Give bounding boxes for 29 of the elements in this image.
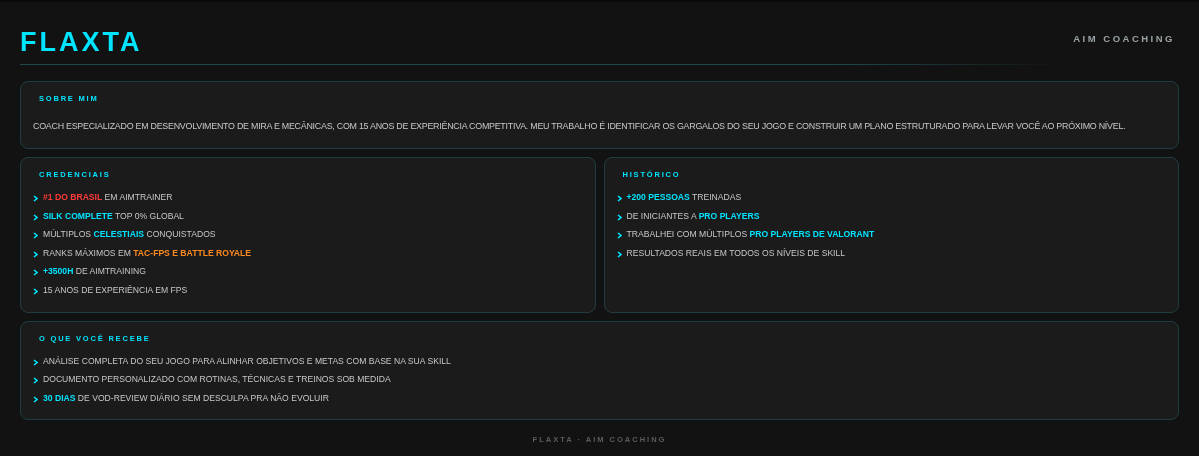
chevron-icon (616, 195, 622, 203)
about-text: COACH ESPECIALIZADO EM DESENVOLVIMENTO DE MIRA E MECÂNICAS, COM 15 ANOS DE EXPERIÊNCIA COMPETITIVA. MEU TRABALHO É IDENTIFICAR OS GARGALOS DO SEU JOGO E CONSTRUIR UM PLANO ESTRUTURADO PARA LEVAR VOCÊ AO PRÓXIMO NÍVEL. (33, 120, 1126, 134)
chevron-icon (33, 195, 38, 203)
list-item-text: DE INICIANTES A PRO PLAYERS (626, 209, 760, 223)
list-item-text: TRABALHEI COM MÚLTIPLOS PRO PLAYERS DE VALORANT (626, 228, 875, 242)
tagline: AIM COACHING (1073, 31, 1175, 46)
list-item-text: SILK COMPLETE TOP 0% GLOBAL (43, 209, 184, 223)
list-item-text: +200 PESSOAS TREINADAS (626, 191, 742, 205)
list-item-text: +3500H DE AIMTRAINING (43, 265, 146, 279)
chevron-icon (33, 232, 38, 240)
chevron-icon (33, 377, 38, 384)
chevron-icon (33, 213, 38, 221)
logo: FLAXTA (20, 29, 143, 56)
list-item-text: DOCUMENTO PERSONALIZADO COM ROTINAS, TÉCNICAS E TREINOS SOB MEDIDA (43, 373, 391, 386)
list-item-text: RESULTADOS REAIS EM TODOS OS NÍVEIS DE SKILL (626, 246, 846, 260)
list-item-text: 15 ANOS DE EXPERIÊNCIA EM FPS (43, 283, 188, 297)
list-item-text: MÚLTIPLOS CELESTIAIS CONQUISTADOS (43, 228, 216, 242)
chevron-icon (33, 358, 38, 366)
list-item-text: #1 DO BRASIL EM AIMTRAINER (43, 191, 173, 205)
chevron-icon (616, 250, 622, 258)
list-item-text: ANÁLISE COMPLETA DO SEU JOGO PARA ALINHAR OBJETIVOS E METAS COM BASE NA SUA SKILL (43, 354, 451, 368)
chevron-icon (33, 269, 38, 277)
list-item-text: RANKS MÁXIMOS EM TAC-FPS E BATTLE ROYALE (43, 246, 252, 260)
list-item-text: 30 DIAS DE VOD-REVIEW DIÁRIO SEM DESCULPA PRA NÃO EVOLUIR (43, 391, 329, 405)
chevron-icon (616, 213, 622, 221)
chevron-icon (33, 287, 38, 295)
chevron-icon (616, 232, 622, 240)
chevron-icon (33, 395, 38, 403)
chevron-icon (33, 250, 38, 258)
